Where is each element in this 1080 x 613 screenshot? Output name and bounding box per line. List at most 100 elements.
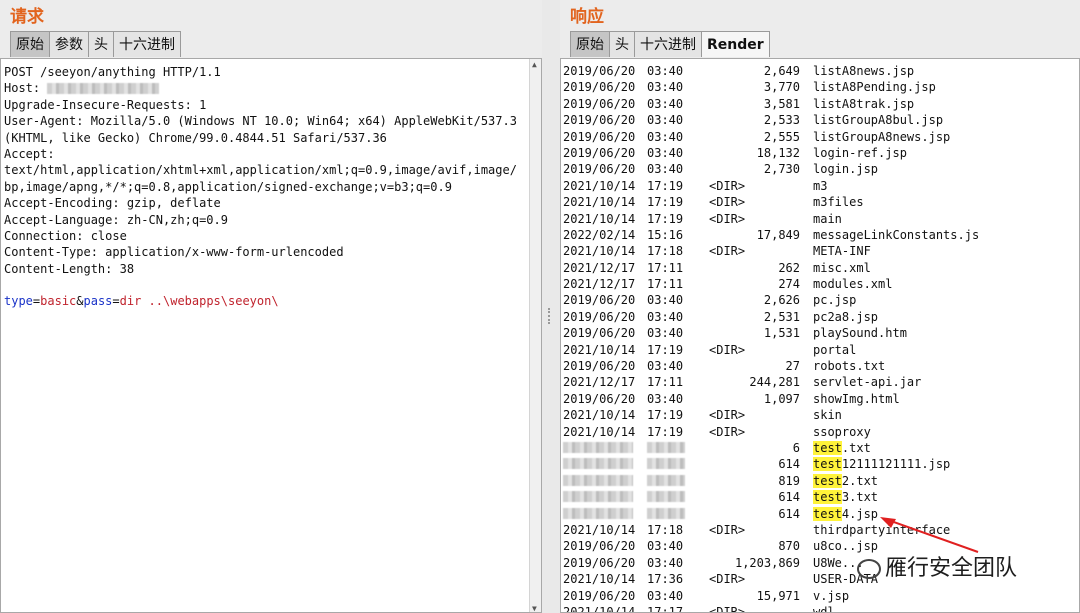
- scroll-up-icon[interactable]: ▲: [532, 60, 537, 69]
- row-size: 2,730: [763, 162, 800, 177]
- listing-row: 2019/06/20 03:40 2,626 pc.jsp: [563, 292, 1053, 308]
- request-line: Content-Length: 38: [4, 261, 135, 276]
- request-line: Accept-Encoding: gzip, deflate: [4, 196, 221, 211]
- row-filename: listGroupA8bul.jsp: [813, 113, 944, 128]
- listing-row: 2022/02/14 15:16 17,849 messageLinkConstant…: [563, 227, 1053, 243]
- row-date: 2019/06/20: [563, 391, 636, 406]
- request-scrollbar[interactable]: ▲ ▼: [529, 59, 541, 612]
- row-time: 03:40: [647, 162, 684, 177]
- row-filename: listGroupA8news.jsp: [813, 129, 951, 144]
- scroll-down-icon[interactable]: ▼: [532, 604, 537, 612]
- row-filename: listA8Pending.jsp: [813, 80, 936, 95]
- row-filename: m3files: [813, 195, 864, 210]
- listing-row: 2021/10/14 17:19 <DIR> portal: [563, 342, 1053, 358]
- request-line: POST /seeyon/anything HTTP/1.1: [4, 65, 221, 79]
- row-date: 2021/10/14: [563, 408, 636, 423]
- row-filename: test2.txt: [813, 473, 879, 488]
- row-time: 03:40: [647, 359, 684, 374]
- listing-row: 2021/12/17 17:11 274 modules.xml: [563, 276, 1053, 292]
- row-date: 2019/06/20: [563, 555, 636, 570]
- redacted-time: [647, 474, 685, 486]
- redacted-time: [647, 441, 685, 453]
- response-tab-raw[interactable]: 原始: [570, 31, 610, 57]
- response-tab-headers[interactable]: 头: [609, 31, 635, 57]
- row-date: 2019/06/20: [563, 129, 636, 144]
- param-key: pass: [83, 294, 113, 309]
- row-filename: skin: [813, 408, 842, 423]
- listing-row: 2019/06/20 03:40 3,581 listA8trak.jsp: [563, 96, 1053, 112]
- request-line: Upgrade-Insecure-Requests: 1: [4, 97, 207, 112]
- row-dir: <DIR>: [709, 195, 746, 210]
- row-filename: main: [813, 211, 842, 226]
- row-filename: servlet-api.jar: [813, 375, 922, 390]
- response-tab-hex[interactable]: 十六进制: [634, 31, 702, 57]
- watermark: 雁行安全团队: [857, 550, 1017, 582]
- listing-row: 2021/10/14 17:18 <DIR> META-INF: [563, 243, 1053, 259]
- redacted-time: [647, 491, 685, 503]
- row-filename: robots.txt: [813, 359, 886, 374]
- row-date: 2019/06/20: [563, 309, 636, 324]
- row-size: 3,770: [763, 80, 800, 95]
- request-line: Accept:: [4, 146, 55, 161]
- row-size: 17,849: [756, 227, 800, 242]
- row-filename: messageLinkConstants.js: [813, 227, 980, 242]
- row-filename: test.txt: [813, 440, 871, 455]
- request-tab-headers[interactable]: 头: [88, 31, 114, 57]
- row-date: 2021/12/17: [563, 260, 636, 275]
- request-tab-params[interactable]: 参数: [49, 31, 89, 57]
- request-tab-hex[interactable]: 十六进制: [113, 31, 181, 57]
- row-date: 2021/12/17: [563, 277, 636, 292]
- row-size: 15,971: [756, 588, 800, 603]
- listing-row: 819 test2.txt: [563, 473, 1053, 489]
- row-date: 2021/10/14: [563, 342, 636, 357]
- splitter-grip-icon[interactable]: [548, 308, 552, 324]
- request-line: User-Agent: Mozilla/5.0 (Windows NT 10.0…: [4, 114, 516, 129]
- row-size: 819: [778, 473, 800, 488]
- row-dir: <DIR>: [709, 342, 746, 357]
- row-filename: modules.xml: [813, 277, 893, 292]
- row-time: 03:40: [647, 555, 684, 570]
- row-time: 17:36: [647, 572, 684, 587]
- row-size: 614: [778, 490, 800, 505]
- row-filename: U8We...: [813, 555, 864, 570]
- search-highlight: test: [813, 440, 842, 455]
- listing-row: 2021/10/14 17:19 <DIR> main: [563, 211, 1053, 227]
- request-line-host: Host:: [4, 80, 516, 96]
- row-filename: login.jsp: [813, 162, 879, 177]
- redacted-date: [563, 474, 633, 486]
- listing-row: 2019/06/20 03:40 3,770 listA8Pending.jsp: [563, 79, 1053, 95]
- row-size: 2,533: [763, 113, 800, 128]
- row-dir: <DIR>: [709, 244, 746, 259]
- row-dir: <DIR>: [709, 408, 746, 423]
- redacted-time: [647, 458, 685, 470]
- request-title: 请求: [10, 7, 44, 27]
- row-size: 614: [778, 506, 800, 521]
- listing-row: 2019/06/20 03:40 27 robots.txt: [563, 358, 1053, 374]
- row-size: 2,531: [763, 309, 800, 324]
- response-editor[interactable]: 2019/06/20 03:40 2,649 listA8news.jsp 2019/0…: [560, 58, 1080, 613]
- request-line: (KHTML, like Gecko) Chrome/99.0.4844.51 …: [4, 130, 387, 145]
- listing-row: 2019/06/20 03:40 15,971 v.jsp: [563, 588, 1053, 604]
- row-time: 17:18: [647, 244, 684, 259]
- request-pane: 请求 原始 参数 头 十六进制 POST /seeyon/anything HT…: [0, 0, 542, 613]
- row-filename: login-ref.jsp: [813, 145, 907, 160]
- directory-listing: 2019/06/20 03:40 2,649 listA8news.jsp 2019/0…: [563, 63, 1053, 613]
- request-editor[interactable]: POST /seeyon/anything HTTP/1.1 Host: Upg…: [0, 58, 542, 613]
- row-time: 03:40: [647, 539, 684, 554]
- listing-row: 2019/06/20 03:40 18,132 login-ref.jsp: [563, 145, 1053, 161]
- search-highlight: test: [813, 490, 842, 505]
- request-tabs: 原始 参数 头 十六进制: [10, 31, 181, 58]
- row-size: 1,531: [763, 326, 800, 341]
- row-date: 2021/10/14: [563, 604, 636, 613]
- row-size: 27: [785, 359, 800, 374]
- response-tab-render[interactable]: Render: [701, 31, 770, 57]
- row-time: 17:19: [647, 195, 684, 210]
- row-time: 03:40: [647, 96, 684, 111]
- redacted-date: [563, 458, 633, 470]
- row-size: 2,649: [763, 64, 800, 78]
- param-key: type: [4, 294, 33, 309]
- pane-splitter[interactable]: [542, 0, 560, 613]
- row-date: 2019/06/20: [563, 326, 636, 341]
- request-tab-raw[interactable]: 原始: [10, 31, 50, 57]
- row-dir: <DIR>: [709, 522, 746, 537]
